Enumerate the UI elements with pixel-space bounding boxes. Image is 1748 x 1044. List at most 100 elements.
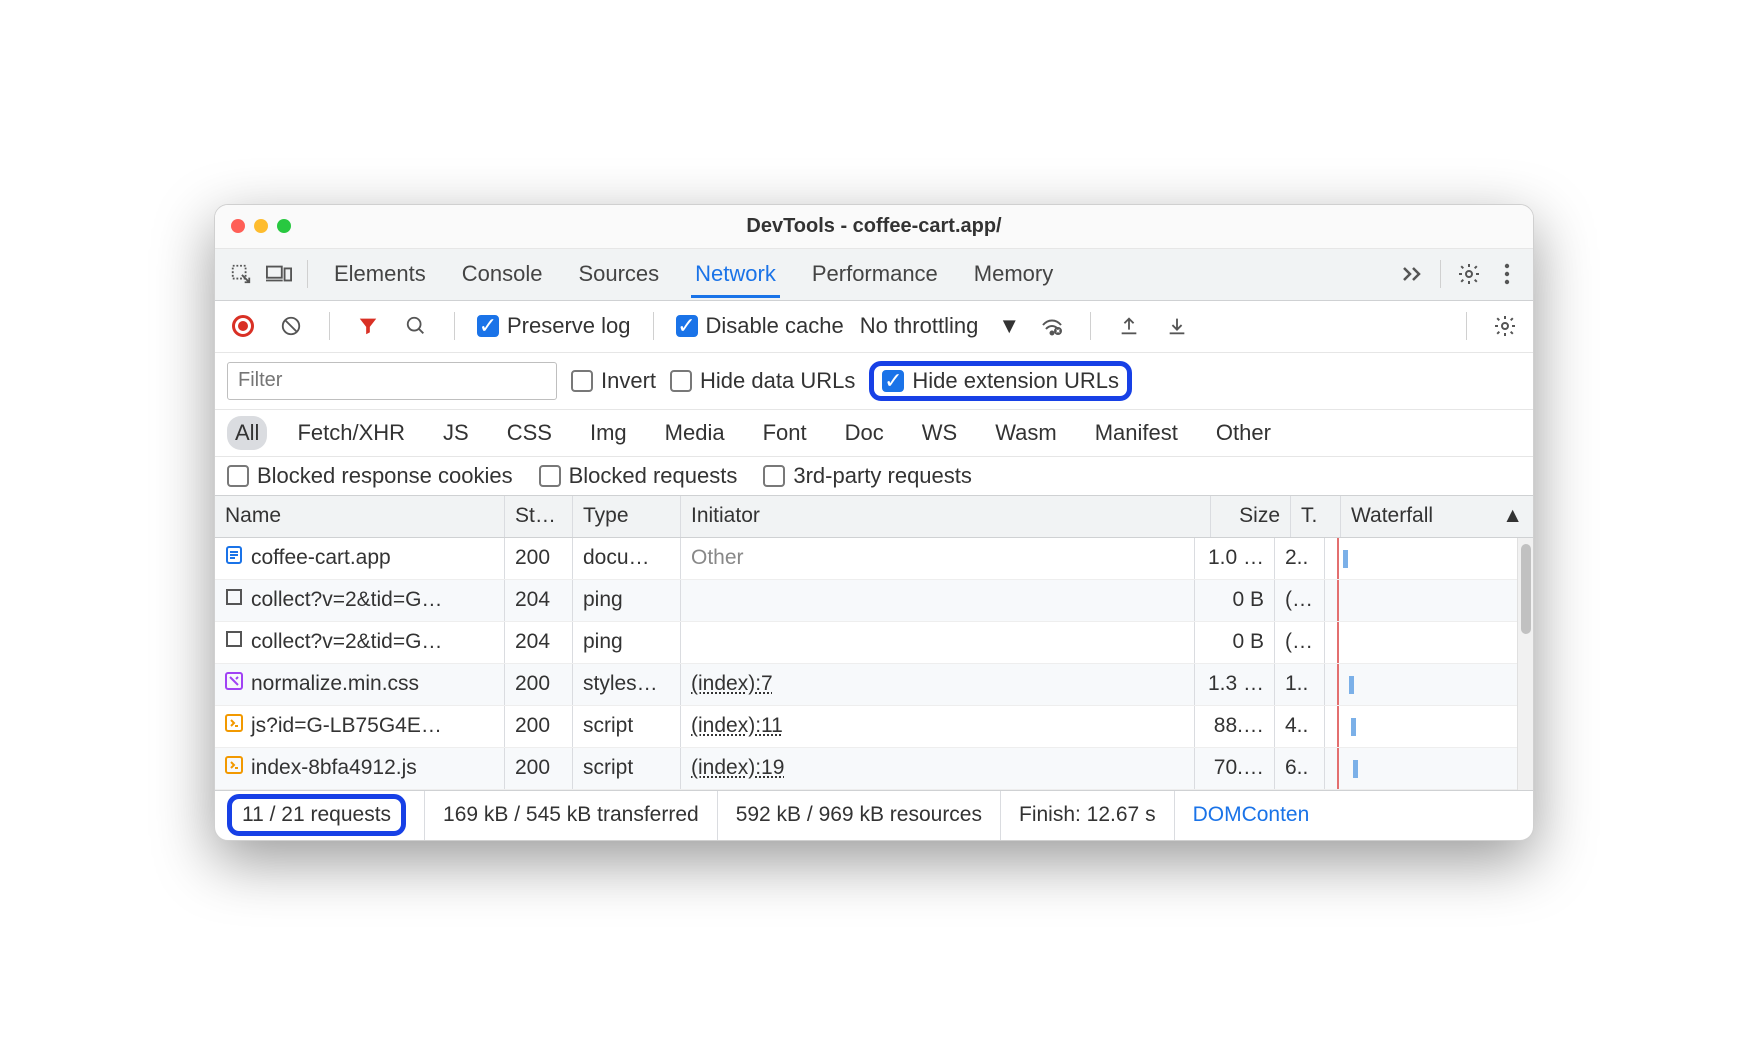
invert-checkbox[interactable]: Invert — [571, 368, 656, 394]
filter-icon[interactable] — [352, 310, 384, 342]
minimize-window[interactable] — [254, 219, 268, 233]
record-button[interactable] — [227, 310, 259, 342]
type-filter-fetch-xhr[interactable]: Fetch/XHR — [289, 416, 413, 450]
clear-button[interactable] — [275, 310, 307, 342]
highlight-hide-extension: ✓ Hide extension URLs — [869, 361, 1132, 401]
request-status: 200 — [505, 748, 573, 789]
request-initiator: (index):11 — [681, 706, 1195, 747]
hide-extension-urls-label: Hide extension URLs — [912, 368, 1119, 394]
column-initiator[interactable]: Initiator — [681, 496, 1211, 537]
column-waterfall[interactable]: Waterfall ▲ — [1341, 496, 1533, 537]
request-type: script — [573, 748, 681, 789]
tab-sources[interactable]: Sources — [574, 251, 663, 298]
filter-options-row: Invert Hide data URLs ✓ Hide extension U… — [215, 353, 1533, 410]
request-size: 70.… — [1195, 748, 1275, 789]
tab-console[interactable]: Console — [458, 251, 547, 298]
request-type: script — [573, 706, 681, 747]
type-filter-manifest[interactable]: Manifest — [1087, 416, 1186, 450]
initiator-link[interactable]: (index):11 — [691, 714, 783, 738]
type-filter-js[interactable]: JS — [435, 416, 477, 450]
column-type[interactable]: Type — [573, 496, 681, 537]
type-filter-ws[interactable]: WS — [914, 416, 965, 450]
tab-memory[interactable]: Memory — [970, 251, 1057, 298]
request-row[interactable]: coffee-cart.app200docu…Other1.0 …2.. — [215, 538, 1517, 580]
disable-cache-label: Disable cache — [706, 313, 844, 339]
domcontentloaded-link[interactable]: DOMConten — [1175, 791, 1328, 840]
network-conditions-icon[interactable] — [1036, 310, 1068, 342]
waterfall-marker — [1337, 664, 1339, 705]
device-toolbar-icon[interactable] — [263, 258, 295, 290]
filter-input[interactable] — [227, 362, 557, 400]
inspect-element-icon[interactable] — [225, 258, 257, 290]
request-time: 6.. — [1275, 748, 1325, 789]
maximize-window[interactable] — [277, 219, 291, 233]
type-filter-wasm[interactable]: Wasm — [987, 416, 1065, 450]
request-size: 88.… — [1195, 706, 1275, 747]
type-filter-media[interactable]: Media — [657, 416, 733, 450]
tab-network[interactable]: Network — [691, 251, 780, 298]
waterfall-bar — [1353, 760, 1358, 778]
scrollbar-thumb[interactable] — [1521, 544, 1531, 634]
requests-count: 11 / 21 requests — [242, 803, 391, 827]
request-waterfall — [1325, 580, 1517, 621]
invert-label: Invert — [601, 368, 656, 394]
request-row[interactable]: js?id=G-LB75G4E…200script(index):1188.…4… — [215, 706, 1517, 748]
type-filter-font[interactable]: Font — [755, 416, 815, 450]
checkbox-icon: ✓ — [676, 315, 698, 337]
request-row[interactable]: index-8bfa4912.js200script(index):1970.…… — [215, 748, 1517, 790]
extra-filter-row: Blocked response cookies Blocked request… — [215, 457, 1533, 496]
column-time[interactable]: T. — [1291, 496, 1341, 537]
column-status[interactable]: St… — [505, 496, 573, 537]
type-filter-doc[interactable]: Doc — [837, 416, 892, 450]
kebab-menu-icon[interactable] — [1491, 258, 1523, 290]
tab-elements[interactable]: Elements — [330, 251, 430, 298]
request-row[interactable]: collect?v=2&tid=G…204ping0 B(… — [215, 580, 1517, 622]
column-size[interactable]: Size — [1211, 496, 1291, 537]
search-icon[interactable] — [400, 310, 432, 342]
checkbox-icon: ✓ — [882, 370, 904, 392]
initiator-link[interactable]: (index):19 — [691, 756, 784, 780]
settings-icon[interactable] — [1453, 258, 1485, 290]
separator — [329, 312, 330, 340]
more-tabs-icon[interactable] — [1396, 258, 1428, 290]
request-size: 0 B — [1195, 580, 1275, 621]
preserve-log-checkbox[interactable]: ✓ Preserve log — [477, 313, 631, 339]
request-waterfall — [1325, 706, 1517, 747]
request-status: 204 — [505, 580, 573, 621]
request-time: (… — [1275, 580, 1325, 621]
request-row[interactable]: collect?v=2&tid=G…204ping0 B(… — [215, 622, 1517, 664]
request-size: 0 B — [1195, 622, 1275, 663]
blocked-requests-label: Blocked requests — [569, 463, 738, 489]
type-filter-css[interactable]: CSS — [499, 416, 560, 450]
request-waterfall — [1325, 664, 1517, 705]
checkbox-icon — [571, 370, 593, 392]
close-window[interactable] — [231, 219, 245, 233]
column-name[interactable]: Name — [215, 496, 505, 537]
table-body: coffee-cart.app200docu…Other1.0 …2..coll… — [215, 538, 1517, 790]
network-settings-icon[interactable] — [1489, 310, 1521, 342]
devtools-window: DevTools - coffee-cart.app/ Elements Cons… — [214, 204, 1534, 841]
request-size: 1.0 … — [1195, 538, 1275, 579]
third-party-checkbox[interactable]: 3rd-party requests — [763, 463, 972, 489]
request-time: 2.. — [1275, 538, 1325, 579]
blocked-requests-checkbox[interactable]: Blocked requests — [539, 463, 738, 489]
hide-data-urls-label: Hide data URLs — [700, 368, 855, 394]
request-row[interactable]: normalize.min.css200styles…(index):71.3 … — [215, 664, 1517, 706]
export-har-icon[interactable] — [1161, 310, 1193, 342]
chevron-down-icon: ▼ — [998, 313, 1020, 339]
hide-data-urls-checkbox[interactable]: Hide data URLs — [670, 368, 855, 394]
vertical-scrollbar[interactable] — [1517, 538, 1533, 790]
type-filter-other[interactable]: Other — [1208, 416, 1279, 450]
titlebar: DevTools - coffee-cart.app/ — [215, 205, 1533, 249]
disable-cache-checkbox[interactable]: ✓ Disable cache — [676, 313, 844, 339]
tab-performance[interactable]: Performance — [808, 251, 942, 298]
request-time: (… — [1275, 622, 1325, 663]
throttling-select[interactable]: No throttling ▼ — [860, 313, 1020, 339]
blocked-cookies-checkbox[interactable]: Blocked response cookies — [227, 463, 513, 489]
type-filter-img[interactable]: Img — [582, 416, 635, 450]
initiator-link[interactable]: (index):7 — [691, 672, 773, 696]
highlight-request-count: 11 / 21 requests — [227, 794, 406, 836]
type-filter-all[interactable]: All — [227, 416, 267, 450]
import-har-icon[interactable] — [1113, 310, 1145, 342]
hide-extension-urls-checkbox[interactable]: ✓ Hide extension URLs — [882, 368, 1119, 394]
